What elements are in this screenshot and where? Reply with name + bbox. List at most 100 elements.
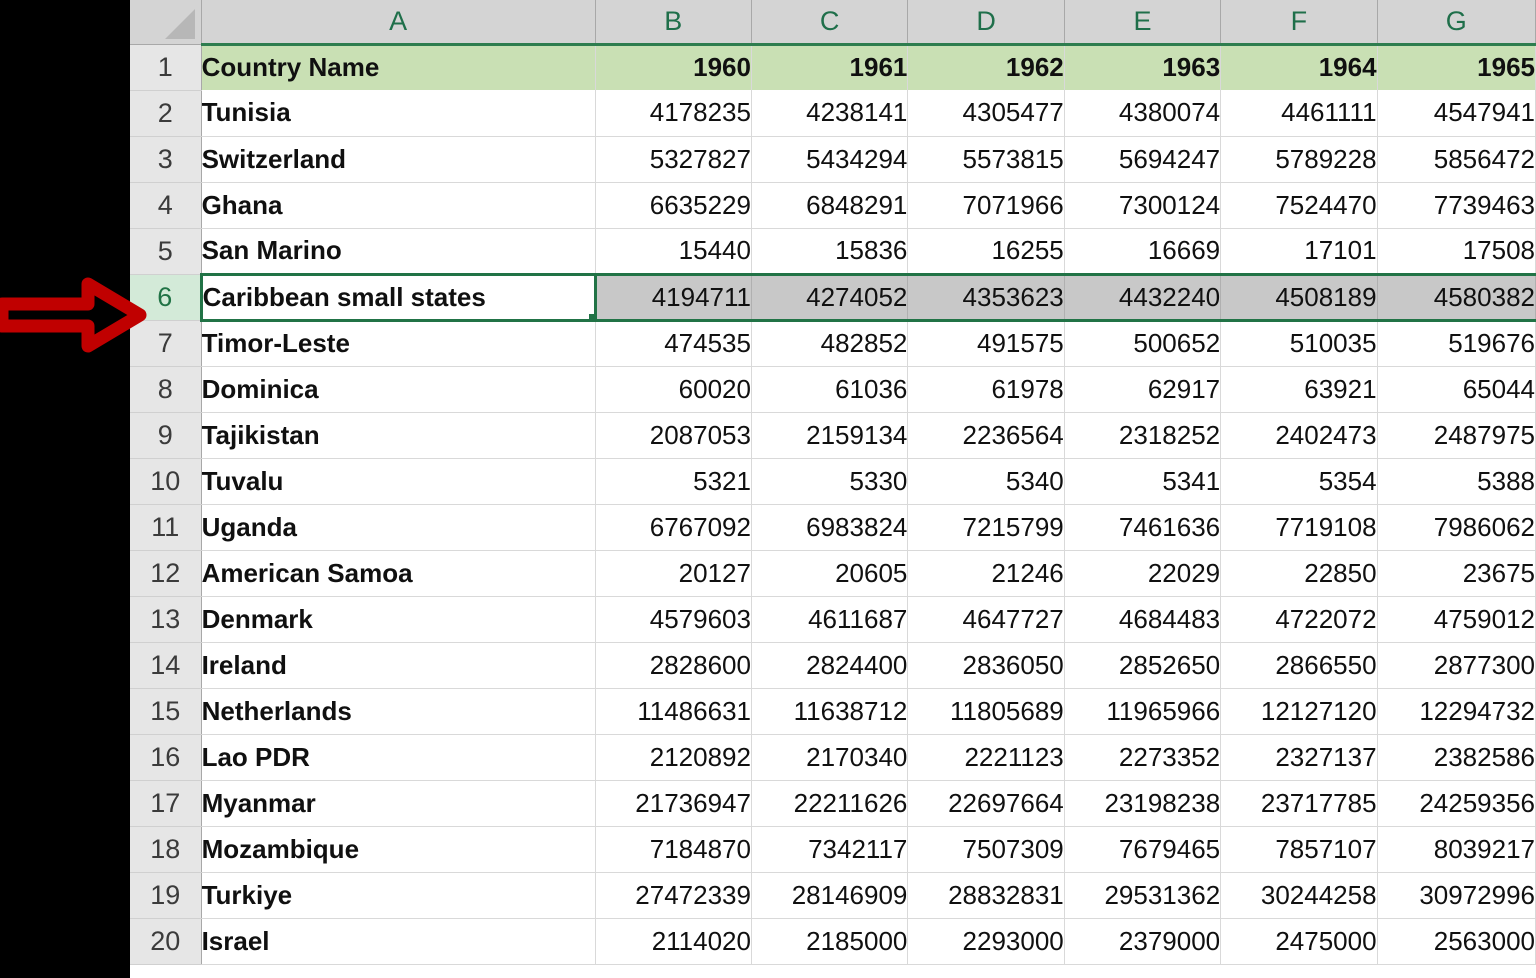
worksheet-body[interactable]: 1 Country Name 1960 1961 1962 1963 1964 1965 2 Tu… [130, 42, 1536, 965]
cell-population-value[interactable]: 6848291 [751, 182, 909, 229]
cell-population-value[interactable]: 30972996 [1377, 872, 1536, 919]
cell-country-name[interactable]: Denmark [201, 596, 596, 643]
cell-population-value[interactable]: 6983824 [751, 504, 909, 551]
cell-population-value[interactable]: 2327137 [1220, 734, 1378, 781]
cell-population-value[interactable]: 4547941 [1377, 90, 1536, 137]
table-row[interactable]: 19 Turkiye 27472339 28146909 28832831 2953136… [130, 872, 1536, 919]
cell-population-value[interactable]: 11965966 [1064, 688, 1222, 735]
row-header-14[interactable]: 14 [130, 642, 202, 689]
cell-population-value[interactable]: 5388 [1377, 458, 1536, 505]
cell-population-value[interactable]: 2382586 [1377, 734, 1536, 781]
cell-population-value[interactable]: 65044 [1377, 366, 1536, 413]
header-cell-year[interactable]: 1963 [1064, 42, 1222, 90]
cell-population-value[interactable]: 4759012 [1377, 596, 1536, 643]
table-row[interactable]: 4 Ghana 6635229 6848291 7071966 7300124 752447… [130, 182, 1536, 229]
table-row[interactable]: 1 Country Name 1960 1961 1962 1963 1964 1965 [130, 42, 1536, 91]
table-row[interactable]: 5 San Marino 15440 15836 16255 16669 17101 1750… [130, 228, 1536, 275]
row-header-4[interactable]: 4 [130, 182, 202, 229]
table-row[interactable]: 18 Mozambique 7184870 7342117 7507309 7679465… [130, 826, 1536, 873]
cell-population-value[interactable]: 6635229 [595, 182, 752, 229]
fill-handle[interactable] [587, 312, 593, 317]
cell-population-value[interactable]: 5434294 [751, 136, 909, 183]
cell-population-value[interactable]: 7071966 [907, 182, 1065, 229]
header-cell-country-name[interactable]: Country Name [201, 42, 596, 90]
cell-population-value[interactable]: 2877300 [1377, 642, 1536, 689]
cell-population-value[interactable]: 2159134 [751, 412, 909, 459]
cell-population-value[interactable]: 20605 [751, 550, 909, 597]
row-header-15[interactable]: 15 [130, 688, 202, 735]
cell-country-name[interactable]: Turkiye [201, 872, 596, 919]
table-row[interactable]: 3 Switzerland 5327827 5434294 5573815 5694247… [130, 136, 1536, 183]
cell-population-value[interactable]: 7986062 [1377, 504, 1536, 551]
column-header-g[interactable]: G [1377, 0, 1536, 45]
header-cell-year[interactable]: 1961 [751, 42, 909, 90]
cell-country-name[interactable]: Ghana [201, 182, 596, 229]
header-cell-year[interactable]: 1960 [595, 42, 752, 90]
cell-population-value[interactable]: 510035 [1220, 320, 1378, 367]
cell-population-value[interactable]: 60020 [595, 366, 752, 413]
cell-population-value[interactable]: 22211626 [751, 780, 909, 827]
row-header-18[interactable]: 18 [130, 826, 202, 873]
cell-country-name[interactable]: Timor-Leste [201, 320, 596, 367]
cell-population-value[interactable]: 2221123 [907, 734, 1065, 781]
cell-population-value[interactable]: 4194711 [595, 272, 752, 322]
column-header-b[interactable]: B [595, 0, 752, 45]
cell-population-value[interactable]: 5321 [595, 458, 752, 505]
cell-population-value[interactable]: 4580382 [1377, 272, 1536, 322]
cell-country-name[interactable]: Tuvalu [201, 458, 596, 505]
row-header-6[interactable]: 6 [130, 274, 202, 321]
cell-country-name[interactable]: Uganda [201, 504, 596, 551]
cell-population-value[interactable]: 474535 [595, 320, 752, 367]
cell-population-value[interactable]: 4238141 [751, 90, 909, 137]
spreadsheet-grid[interactable]: A B C D E F G 1 Country Name 1960 1961 1962 1… [130, 0, 1536, 978]
cell-population-value[interactable]: 62917 [1064, 366, 1222, 413]
row-header-12[interactable]: 12 [130, 550, 202, 597]
table-row[interactable]: 20 Israel 2114020 2185000 2293000 2379000 2475… [130, 918, 1536, 965]
row-header-2[interactable]: 2 [130, 90, 202, 137]
cell-population-value[interactable]: 5856472 [1377, 136, 1536, 183]
cell-population-value[interactable]: 5354 [1220, 458, 1378, 505]
cell-population-value[interactable]: 30244258 [1220, 872, 1378, 919]
cell-population-value[interactable]: 5327827 [595, 136, 752, 183]
column-header-d[interactable]: D [907, 0, 1065, 45]
header-cell-year[interactable]: 1965 [1377, 42, 1536, 90]
cell-population-value[interactable]: 491575 [907, 320, 1065, 367]
row-header-19[interactable]: 19 [130, 872, 202, 919]
cell-population-value[interactable]: 16255 [907, 228, 1065, 275]
table-row[interactable]: 7 Timor-Leste 474535 482852 491575 500652 5100… [130, 320, 1536, 367]
cell-population-value[interactable]: 7679465 [1064, 826, 1222, 873]
cell-population-value[interactable]: 2318252 [1064, 412, 1222, 459]
column-header-f[interactable]: F [1220, 0, 1378, 45]
cell-population-value[interactable]: 5341 [1064, 458, 1222, 505]
column-header-a[interactable]: A [201, 0, 596, 45]
row-header-17[interactable]: 17 [130, 780, 202, 827]
cell-population-value[interactable]: 7857107 [1220, 826, 1378, 873]
cell-population-value[interactable]: 2487975 [1377, 412, 1536, 459]
cell-population-value[interactable]: 5340 [907, 458, 1065, 505]
table-row[interactable]: 11 Uganda 6767092 6983824 7215799 7461636 7719… [130, 504, 1536, 551]
table-row[interactable]: 6 Caribbean small states 4194711 4274052 435… [130, 272, 1536, 322]
table-row[interactable]: 17 Myanmar 21736947 22211626 22697664 2319823… [130, 780, 1536, 827]
cell-population-value[interactable]: 4432240 [1064, 272, 1222, 322]
cell-population-value[interactable]: 24259356 [1377, 780, 1536, 827]
table-row[interactable]: 16 Lao PDR 2120892 2170340 2221123 2273352 232… [130, 734, 1536, 781]
cell-country-name[interactable]: Myanmar [201, 780, 596, 827]
cell-population-value[interactable]: 27472339 [595, 872, 752, 919]
cell-country-name[interactable]: San Marino [201, 228, 596, 275]
cell-population-value[interactable]: 12127120 [1220, 688, 1378, 735]
cell-population-value[interactable]: 2185000 [751, 918, 909, 965]
cell-population-value[interactable]: 21246 [907, 550, 1065, 597]
cell-population-value[interactable]: 7507309 [907, 826, 1065, 873]
cell-population-value[interactable]: 2866550 [1220, 642, 1378, 689]
cell-population-value[interactable]: 7184870 [595, 826, 752, 873]
cell-population-value[interactable]: 15440 [595, 228, 752, 275]
cell-population-value[interactable]: 7461636 [1064, 504, 1222, 551]
cell-population-value[interactable]: 20127 [595, 550, 752, 597]
column-header-c[interactable]: C [751, 0, 909, 45]
cell-population-value[interactable]: 4353623 [907, 272, 1065, 322]
table-row[interactable]: 12 American Samoa 20127 20605 21246 22029 2285… [130, 550, 1536, 597]
cell-population-value[interactable]: 7719108 [1220, 504, 1378, 551]
table-row[interactable]: 14 Ireland 2828600 2824400 2836050 2852650 286… [130, 642, 1536, 689]
cell-population-value[interactable]: 11805689 [907, 688, 1065, 735]
cell-country-name[interactable]: Ireland [201, 642, 596, 689]
